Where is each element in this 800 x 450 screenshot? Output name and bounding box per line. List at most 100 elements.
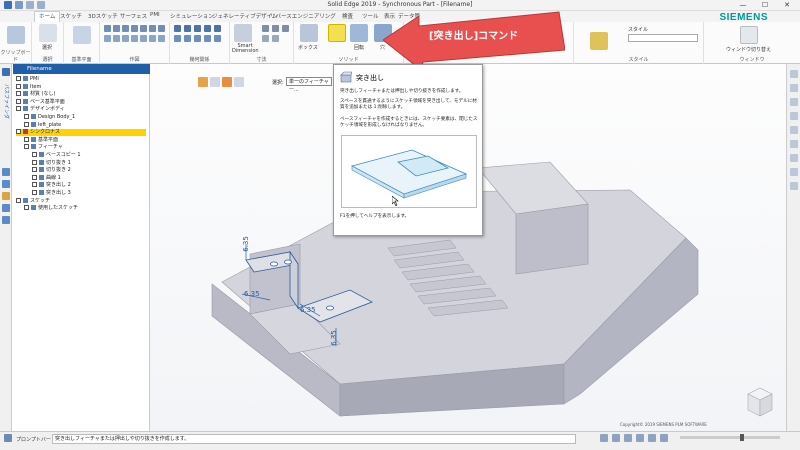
feature-library-icon[interactable] xyxy=(2,180,10,188)
tree-item[interactable]: デザインボディ xyxy=(16,106,146,113)
material-icon[interactable] xyxy=(590,32,608,50)
minimize-button[interactable]: — xyxy=(732,0,754,10)
arc-icon[interactable] xyxy=(113,25,120,32)
protrude-icon[interactable] xyxy=(328,24,346,42)
fillet-icon[interactable] xyxy=(140,35,147,42)
tab-tools[interactable]: ツール xyxy=(362,12,379,20)
dimension-label-4[interactable]: 6.35 xyxy=(330,330,338,346)
view-cube[interactable] xyxy=(742,384,778,420)
tree-item[interactable]: Design Body_1 xyxy=(24,114,146,121)
tree-item[interactable]: 材質 (なし) xyxy=(16,91,146,98)
view-style-icon[interactable] xyxy=(790,140,798,148)
tree-item[interactable]: ベースコピー 1 xyxy=(32,152,146,159)
plane-icon[interactable] xyxy=(73,26,91,44)
view-zoom-icon[interactable] xyxy=(790,84,798,92)
curve-icon[interactable] xyxy=(149,25,156,32)
tree-item-checkbox[interactable] xyxy=(16,129,21,135)
tree-item[interactable]: 基準平面 xyxy=(24,136,146,144)
tree-item-checkbox[interactable] xyxy=(16,197,21,203)
tree-item[interactable]: フィーチャ xyxy=(24,144,146,151)
maximize-button[interactable]: ☐ xyxy=(754,0,776,10)
pathfinder-icon[interactable] xyxy=(2,68,10,76)
tab-3d-sketch[interactable]: 3Dスケッチ xyxy=(88,12,118,20)
tree-item-checkbox[interactable] xyxy=(24,114,29,119)
tree-item-checkbox[interactable] xyxy=(32,159,37,165)
offset-icon[interactable] xyxy=(122,35,129,42)
tree-item[interactable]: 突き出し 3 xyxy=(32,190,146,197)
tree-item[interactable]: スケッチ xyxy=(16,197,146,205)
tree-item-checkbox[interactable] xyxy=(32,167,37,173)
quickbar-filter-icon[interactable] xyxy=(222,77,232,87)
parallel-icon[interactable] xyxy=(194,25,201,32)
view-fit-icon[interactable] xyxy=(790,98,798,106)
view-section-icon[interactable] xyxy=(790,182,798,190)
tree-item-checkbox[interactable] xyxy=(16,91,21,97)
tree-item[interactable]: 曲線 1 xyxy=(32,174,146,182)
status-icon-2[interactable] xyxy=(612,434,620,442)
tree-item[interactable]: left_plate xyxy=(24,121,146,129)
tab-simulation[interactable]: シミュレーション xyxy=(170,12,214,20)
tree-item-checkbox[interactable] xyxy=(24,144,29,150)
perpendicular-icon[interactable] xyxy=(204,25,211,32)
status-icon-5[interactable] xyxy=(648,434,656,442)
box-icon[interactable] xyxy=(300,24,318,42)
quickbar-options-icon[interactable] xyxy=(234,77,244,87)
horizontal-icon[interactable] xyxy=(184,25,191,32)
status-icon-1[interactable] xyxy=(600,434,608,442)
tab-generative-design[interactable]: ジェネレーティブデザイン xyxy=(212,12,278,20)
status-icon-3[interactable] xyxy=(624,434,632,442)
sensors-icon[interactable] xyxy=(2,192,10,200)
tree-item-checkbox[interactable] xyxy=(32,190,37,195)
close-button[interactable]: ✕ xyxy=(776,0,798,10)
mirror-icon[interactable] xyxy=(131,35,138,42)
coordinate-icon[interactable] xyxy=(262,35,269,42)
tree-item-checkbox[interactable] xyxy=(24,205,29,211)
tree-item[interactable]: 切り抜き 2 xyxy=(32,167,146,174)
select-arrow-icon[interactable] xyxy=(39,24,57,42)
symmetric-icon[interactable] xyxy=(184,35,191,42)
dimension-label-1[interactable]: 6.35 xyxy=(242,236,250,252)
tree-item[interactable]: 使用したスケッチ xyxy=(24,205,146,212)
paste-icon[interactable] xyxy=(7,26,25,44)
tree-item-checkbox[interactable] xyxy=(32,152,37,157)
tree-item-checkbox[interactable] xyxy=(16,76,21,81)
radius-icon[interactable] xyxy=(282,25,289,32)
tree-item[interactable]: Item xyxy=(16,83,146,91)
move-icon[interactable] xyxy=(158,35,165,42)
distance-icon[interactable] xyxy=(262,25,269,32)
tab-home[interactable]: ホーム xyxy=(34,11,61,22)
concentric-icon[interactable] xyxy=(214,35,221,42)
line-icon[interactable] xyxy=(104,25,111,32)
view-shade-icon[interactable] xyxy=(790,154,798,162)
pathfinder-vertical-tab[interactable]: パスファインダ xyxy=(1,84,11,144)
tree-item-checkbox[interactable] xyxy=(16,83,21,89)
tree-item-checkbox[interactable] xyxy=(16,106,21,112)
revolve-icon[interactable] xyxy=(350,24,368,42)
tree-item[interactable]: シンクロナス xyxy=(16,129,146,137)
dimension-label-3[interactable]: 6.35 xyxy=(300,306,316,314)
chamfer-icon[interactable] xyxy=(149,35,156,42)
polygon-icon[interactable] xyxy=(140,25,147,32)
zoom-slider[interactable] xyxy=(680,434,780,441)
connect-icon[interactable] xyxy=(174,25,181,32)
tree-item-checkbox[interactable] xyxy=(24,136,29,142)
status-icon-6[interactable] xyxy=(660,434,668,442)
view-orient-icon[interactable] xyxy=(790,168,798,176)
extend-icon[interactable] xyxy=(113,35,120,42)
style-select[interactable] xyxy=(628,34,698,42)
fix-icon[interactable] xyxy=(194,35,201,42)
tab-sketch[interactable]: スケッチ xyxy=(60,12,82,20)
tab-pmi[interactable]: PMI xyxy=(150,12,160,18)
status-icon-4[interactable] xyxy=(636,434,644,442)
symmetric-dim-icon[interactable] xyxy=(272,35,279,42)
view-pan-icon[interactable] xyxy=(790,112,798,120)
parts-library-icon[interactable] xyxy=(2,216,10,224)
trim-icon[interactable] xyxy=(104,35,111,42)
equal-icon[interactable] xyxy=(174,35,181,42)
smart-dimension-icon[interactable] xyxy=(234,24,252,42)
tree-item[interactable]: 突き出し 2 xyxy=(32,182,146,189)
angle-icon[interactable] xyxy=(272,25,279,32)
tab-surface[interactable]: サーフェス xyxy=(120,12,147,20)
teamcenter-icon[interactable] xyxy=(2,204,10,212)
rectangle-icon[interactable] xyxy=(131,25,138,32)
